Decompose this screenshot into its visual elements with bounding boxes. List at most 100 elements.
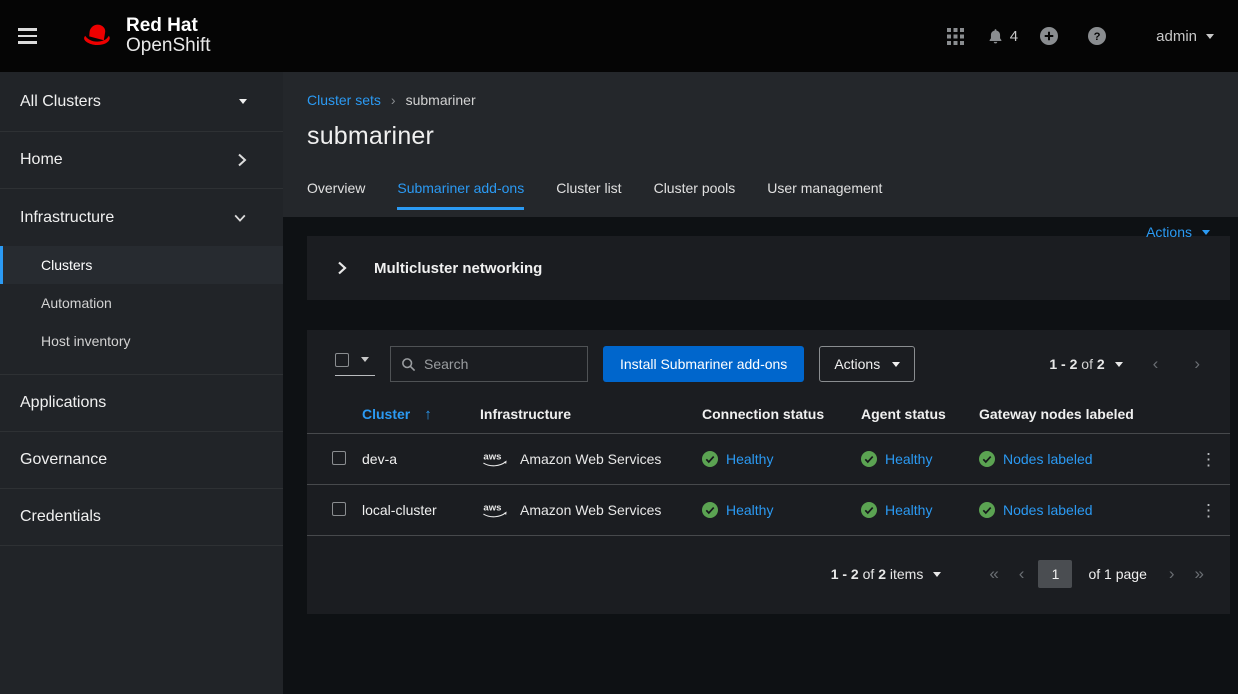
pagination-of: of <box>1081 356 1093 372</box>
sort-by-cluster-button[interactable]: Cluster ↑ <box>362 406 432 423</box>
search-icon <box>401 357 416 372</box>
sidebar-item-credentials[interactable]: Credentials <box>0 489 283 546</box>
masthead: Red Hat OpenShift 4 <box>0 0 1238 72</box>
infrastructure-label: Amazon Web Services <box>520 451 661 467</box>
prev-page-button[interactable]: ‹ <box>1147 354 1165 374</box>
svg-text:aws: aws <box>483 503 501 514</box>
svg-text:?: ? <box>1094 31 1101 43</box>
notifications-button[interactable]: 4 <box>987 19 1018 53</box>
agent-status-link[interactable]: Healthy <box>885 451 932 467</box>
pagination-bottom: 1 - 2 of 2 items « ‹ <box>307 536 1230 614</box>
chevron-down-icon <box>233 213 247 223</box>
caret-down-icon <box>1202 230 1210 235</box>
tab-cluster-pools[interactable]: Cluster pools <box>654 172 736 210</box>
sidebar-item-governance[interactable]: Governance <box>0 432 283 489</box>
column-header-connection-status: Connection status <box>702 406 861 422</box>
chevron-left-icon: ‹ <box>1019 564 1025 583</box>
redhat-fedora-icon <box>76 20 118 52</box>
check-circle-icon <box>702 502 718 518</box>
per-page-dropdown[interactable]: 1 - 2 of 2 items <box>831 566 942 582</box>
cluster-name: local-cluster <box>362 502 480 518</box>
sidebar: All Clusters Home Infrastructure Cluster… <box>0 72 283 694</box>
column-header-gateway-nodes: Gateway nodes labeled <box>979 406 1187 422</box>
sidebar-item-automation[interactable]: Automation <box>0 284 283 322</box>
expand-toggle-button[interactable] <box>337 260 347 276</box>
tab-user-management[interactable]: User management <box>767 172 882 210</box>
pagination-total: 2 <box>1097 356 1105 372</box>
sidebar-item-applications[interactable]: Applications <box>0 375 283 432</box>
current-page-input[interactable] <box>1038 560 1072 588</box>
page-actions-label: Actions <box>1146 224 1192 240</box>
perspective-switcher[interactable]: All Clusters <box>0 72 283 132</box>
page-content: Multicluster networking <box>283 217 1238 694</box>
page-actions-dropdown[interactable]: Actions <box>1146 224 1210 240</box>
sidebar-item-infrastructure[interactable]: Infrastructure <box>0 189 283 246</box>
sidebar-item-host-inventory[interactable]: Host inventory <box>0 322 283 360</box>
row-kebab-menu[interactable]: ⋮ <box>1200 502 1217 519</box>
column-header-infrastructure: Infrastructure <box>480 406 702 422</box>
pagination-items-word: items <box>890 566 923 582</box>
caret-down-icon <box>239 99 247 104</box>
check-circle-icon <box>702 451 718 467</box>
row-kebab-menu[interactable]: ⋮ <box>1200 451 1217 468</box>
notification-count: 4 <box>1010 28 1018 45</box>
chevron-right-icon <box>337 260 347 276</box>
next-page-button[interactable]: › <box>1163 564 1181 584</box>
tab-cluster-list[interactable]: Cluster list <box>556 172 621 210</box>
brand-line1: Red Hat <box>126 16 211 36</box>
row-checkbox[interactable] <box>332 451 346 465</box>
nav-toggle-button[interactable] <box>18 18 54 54</box>
section-title: Multicluster networking <box>374 260 542 277</box>
per-page-dropdown[interactable]: 1 - 2 of 2 <box>1049 356 1122 372</box>
gateway-nodes-link[interactable]: Nodes labeled <box>1003 451 1093 467</box>
tab-bar: Overview Submariner add-ons Cluster list… <box>307 172 1214 210</box>
page-count-label: of 1 page <box>1088 566 1146 582</box>
last-page-button[interactable]: » <box>1189 564 1210 584</box>
next-page-button[interactable]: › <box>1188 354 1206 374</box>
table-actions-label: Actions <box>834 356 880 372</box>
cluster-name: dev-a <box>362 451 480 467</box>
check-circle-icon <box>979 451 995 467</box>
row-checkbox[interactable] <box>332 502 346 516</box>
breadcrumb-cluster-sets-link[interactable]: Cluster sets <box>307 92 381 108</box>
brand-line2: OpenShift <box>126 36 211 56</box>
bulk-select-dropdown[interactable] <box>335 353 375 376</box>
table-header-row: Cluster ↑ Infrastructure Connection stat… <box>307 395 1230 434</box>
caret-down-icon <box>1206 34 1214 39</box>
prev-page-button[interactable]: ‹ <box>1013 564 1031 584</box>
agent-status-link[interactable]: Healthy <box>885 502 932 518</box>
pagination-of: of <box>863 566 875 582</box>
select-all-checkbox[interactable] <box>335 353 349 367</box>
check-circle-icon <box>861 502 877 518</box>
gateway-nodes-link[interactable]: Nodes labeled <box>1003 502 1093 518</box>
main-area: Cluster sets › submariner submariner Ove… <box>283 72 1238 694</box>
create-button[interactable] <box>1032 19 1066 53</box>
user-dropdown[interactable]: admin <box>1156 28 1214 45</box>
search-input[interactable] <box>424 356 577 372</box>
sidebar-item-home[interactable]: Home <box>0 132 283 189</box>
tab-overview[interactable]: Overview <box>307 172 365 210</box>
caret-down-icon <box>933 572 941 577</box>
tab-submariner-add-ons[interactable]: Submariner add-ons <box>397 172 524 210</box>
install-submariner-button[interactable]: Install Submariner add-ons <box>603 346 804 382</box>
kebab-icon: ⋮ <box>1200 501 1217 520</box>
sidebar-item-label: Clusters <box>41 257 92 273</box>
page-title: submariner <box>307 122 1214 151</box>
plus-circle-icon <box>1040 27 1058 45</box>
pagination-range: 1 - 2 <box>831 566 859 582</box>
help-button[interactable]: ? <box>1080 19 1114 53</box>
sidebar-item-label: Credentials <box>20 508 101 526</box>
connection-status-link[interactable]: Healthy <box>726 502 773 518</box>
app-launcher-button[interactable] <box>939 19 973 53</box>
table-actions-dropdown[interactable]: Actions <box>819 346 915 382</box>
caret-down-icon <box>1115 362 1123 367</box>
sidebar-item-label: Governance <box>20 451 107 469</box>
infrastructure-label: Amazon Web Services <box>520 502 661 518</box>
sort-ascending-icon: ↑ <box>424 406 432 423</box>
column-header-cluster: Cluster <box>362 406 410 422</box>
sidebar-item-clusters[interactable]: Clusters <box>0 246 283 284</box>
sidebar-item-label: Applications <box>20 394 106 412</box>
table-toolbar: Install Submariner add-ons Actions 1 - 2… <box>307 330 1230 395</box>
first-page-button[interactable]: « <box>983 564 1004 584</box>
connection-status-link[interactable]: Healthy <box>726 451 773 467</box>
